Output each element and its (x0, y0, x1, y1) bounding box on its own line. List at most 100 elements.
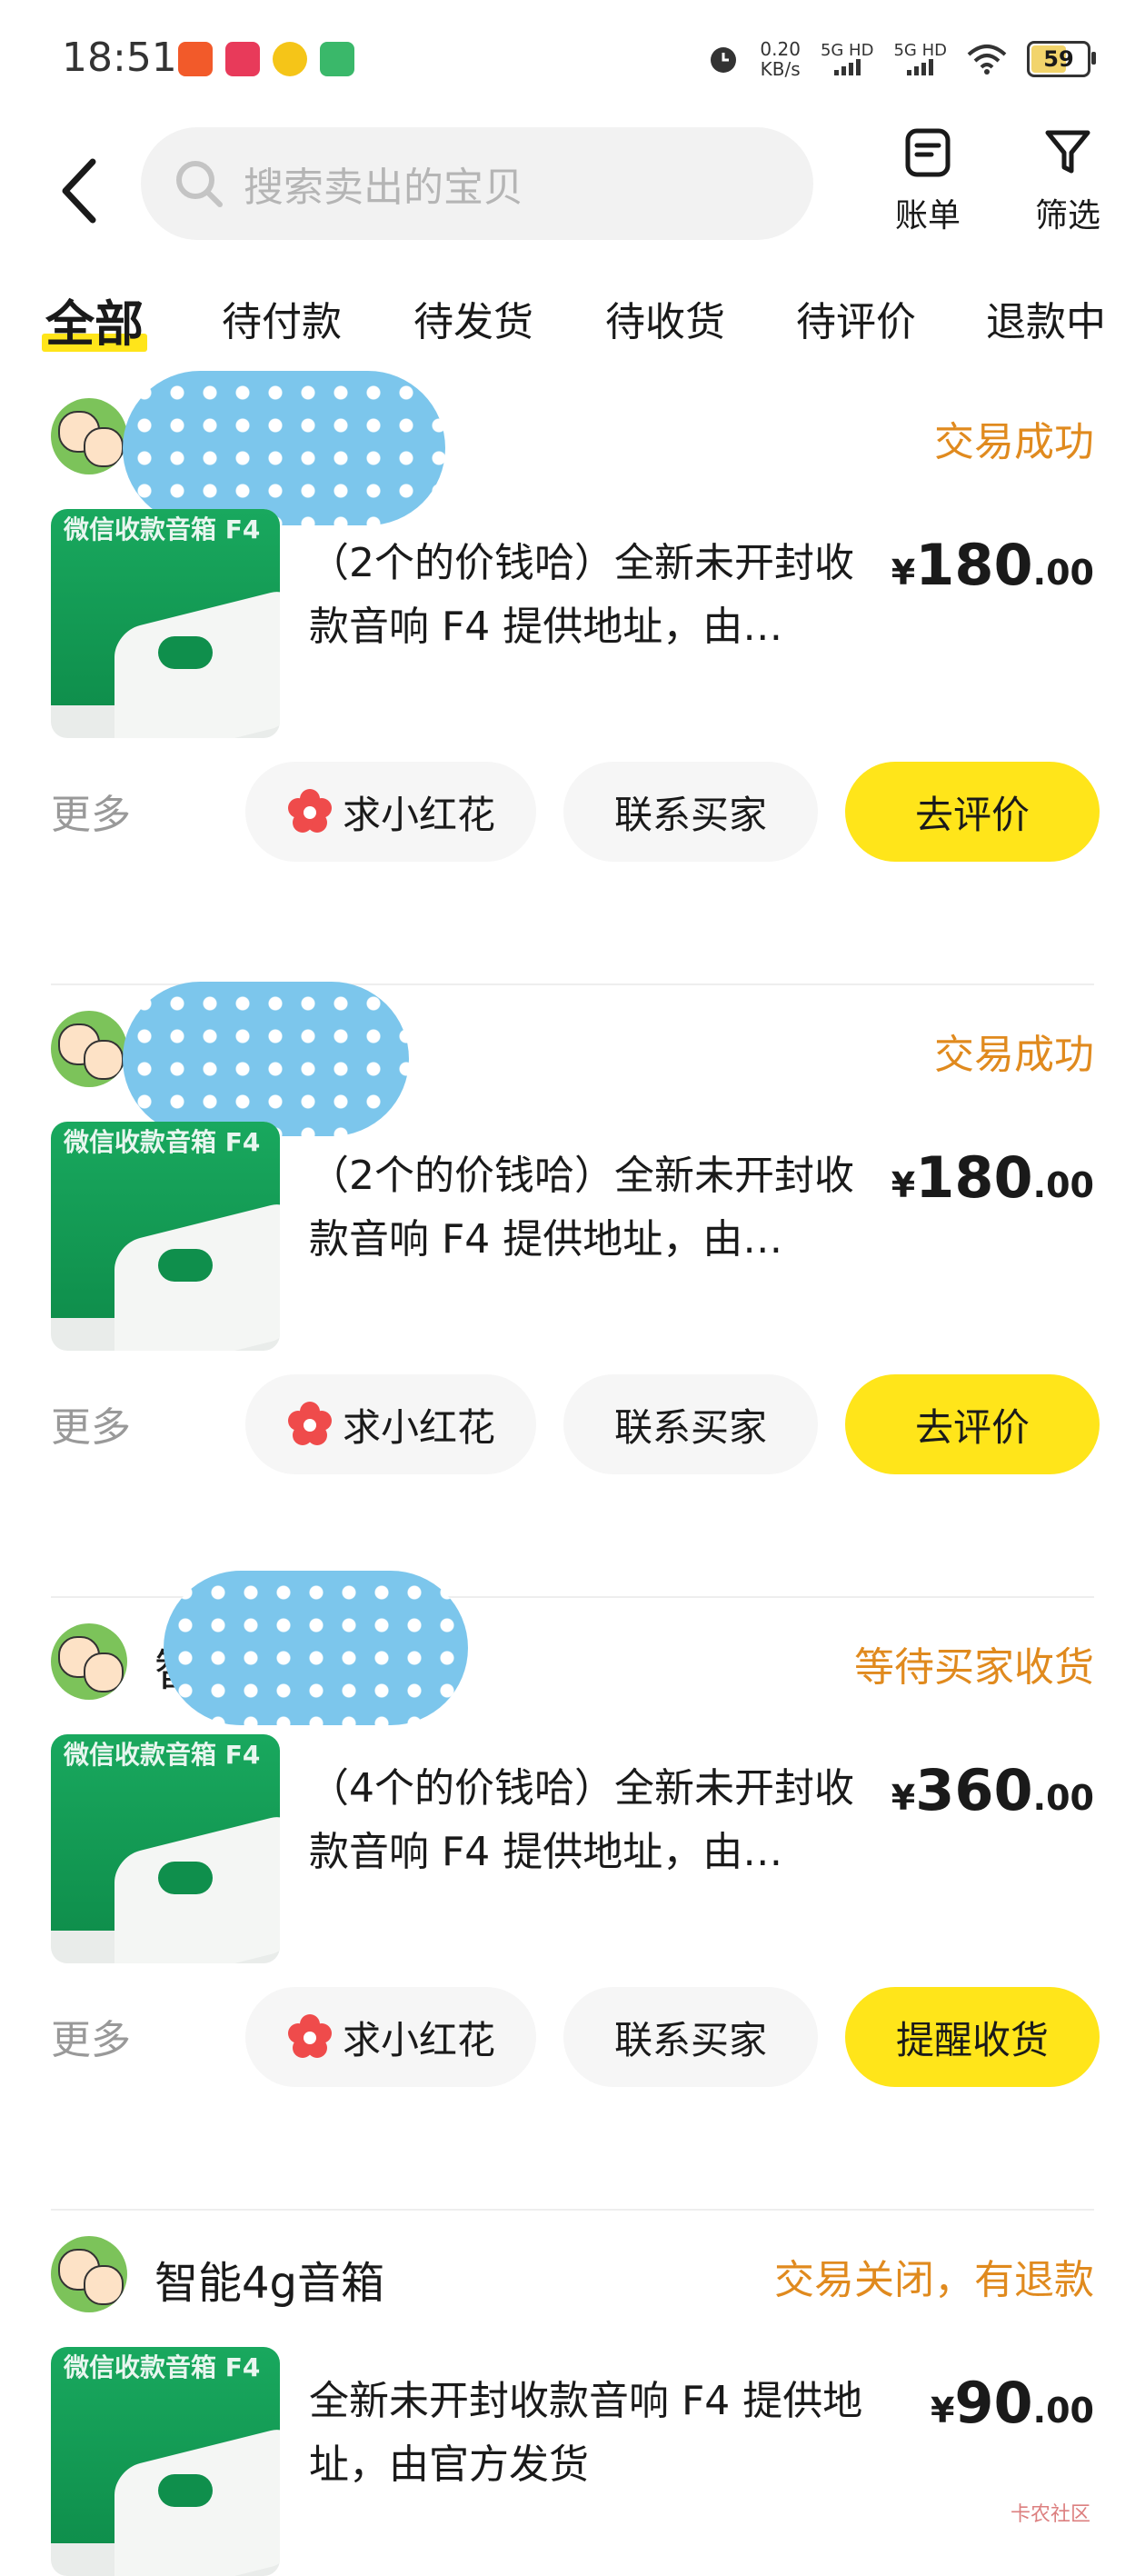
tab-all-label: 全部 (45, 295, 144, 353)
sim1-label: 5G HD (820, 41, 874, 60)
tab-label: 退款中 (986, 299, 1106, 345)
remind-receipt-label: 提醒收货 (895, 2017, 1049, 2062)
ask-flower-button[interactable]: 求小红花 (245, 1987, 536, 2087)
price-integer: 180 (915, 1144, 1033, 1211)
product-title[interactable]: 全新未开封收款音响 F4 提供地址，由官方发货 (309, 2370, 872, 2497)
sim2-label: 5G HD (893, 41, 947, 60)
tab-label: 待评价 (796, 299, 916, 345)
filter-button[interactable]: 筛选 (1018, 127, 1118, 236)
product-title[interactable]: （2个的价钱哈）全新未开封收款音响 F4 提供地址，由… (309, 532, 872, 659)
search-placeholder: 搜索卖出的宝贝 (244, 165, 523, 211)
app-icon-3 (273, 42, 307, 76)
contact-buyer-button[interactable]: 联系买家 (563, 762, 818, 862)
red-flower-icon (287, 1402, 332, 1445)
product-thumbnail[interactable]: 微信收款音箱 F4 (51, 509, 280, 738)
status-bar: 18:51 0.20 KB/s 5G HD 5G HD 59 (0, 0, 1145, 118)
ask-flower-button[interactable]: 求小红花 (245, 762, 536, 862)
buyer-avatar (51, 2236, 127, 2312)
filter-label: 筛选 (1034, 197, 1100, 235)
ask-flower-button[interactable]: 求小红花 (245, 1374, 536, 1474)
more-button[interactable]: 更多 (51, 782, 131, 840)
product-title[interactable]: （2个的价钱哈）全新未开封收款音响 F4 提供地址，由… (309, 1144, 872, 1272)
red-flower-icon (287, 2014, 332, 2058)
thumb-text: 微信收款音箱 F4 (64, 2352, 261, 2382)
tab-label: 待发货 (413, 299, 533, 345)
product-thumbnail[interactable]: 微信收款音箱 F4 (51, 2347, 280, 2576)
order-status: 交易关闭，有退款 (774, 2257, 1094, 2303)
price-currency: ¥ (891, 1165, 916, 1205)
review-label: 去评价 (914, 792, 1030, 837)
net-speed-unit: KB/s (760, 58, 801, 80)
redaction-sticker (123, 982, 409, 1136)
bill-button[interactable]: 账单 (878, 127, 978, 236)
ask-flower-label: 求小红花 (342, 1404, 495, 1450)
more-button[interactable]: 更多 (51, 2007, 131, 2065)
price-decimal: .00 (1032, 553, 1094, 593)
tab-pending-shipment[interactable]: 待发货 (413, 289, 533, 347)
price-currency: ¥ (891, 553, 916, 593)
tab-pending-receipt[interactable]: 待收货 (605, 289, 725, 347)
order-card[interactable]: 交易成功 微信收款音箱 F4 （2个的价钱哈）全新未开封收款音响 F4 提供地址… (0, 982, 1145, 1598)
remind-receipt-button[interactable]: 提醒收货 (845, 1987, 1100, 2087)
contact-buyer-button[interactable]: 联系买家 (563, 1987, 818, 2087)
product-thumbnail[interactable]: 微信收款音箱 F4 (51, 1122, 280, 1351)
contact-buyer-label: 联系买家 (613, 792, 767, 837)
ask-flower-label: 求小红花 (342, 2017, 495, 2062)
tab-refunding[interactable]: 退款中 (986, 289, 1106, 347)
bill-label: 账单 (894, 197, 961, 235)
thumb-text: 微信收款音箱 F4 (64, 1127, 261, 1157)
tab-label: 待付款 (222, 299, 342, 345)
price-decimal: .00 (1032, 2391, 1094, 2431)
bill-icon (905, 128, 951, 177)
price-decimal: .00 (1032, 1778, 1094, 1818)
price-integer: 180 (915, 532, 1033, 598)
price-currency: ¥ (930, 2391, 955, 2431)
ask-flower-label: 求小红花 (342, 792, 495, 837)
net-speed-value: 0.20 (760, 38, 801, 60)
battery-level: 59 (1043, 46, 1074, 72)
review-button[interactable]: 去评价 (845, 762, 1100, 862)
review-button[interactable]: 去评价 (845, 1374, 1100, 1474)
contact-buyer-label: 联系买家 (613, 1404, 767, 1450)
net-speed: 0.20 KB/s (760, 39, 801, 79)
signal-sim1: 5G HD (820, 41, 874, 75)
battery-icon: 59 (1027, 41, 1096, 77)
thumb-text: 微信收款音箱 F4 (64, 514, 261, 544)
tab-all[interactable]: 全部 (42, 284, 147, 355)
order-card[interactable]: 智 等待买家收货 微信收款音箱 F4 （4个的价钱哈）全新未开封收款音响 F4 … (0, 1571, 1145, 2211)
signal-sim2: 5G HD (893, 43, 947, 75)
order-card[interactable]: 智能4g音箱 交易关闭，有退款 微信收款音箱 F4 全新未开封收款音响 F4 提… (0, 2211, 1145, 2576)
watermark-logo: 卡农社区 (1010, 2503, 1090, 2526)
alarm-icon (711, 47, 737, 73)
more-button[interactable]: 更多 (51, 1394, 131, 1453)
order-status: 交易成功 (934, 1032, 1094, 1078)
header: 搜索卖出的宝贝 账单 筛选 (0, 118, 1145, 255)
back-arrow-icon[interactable] (53, 155, 107, 227)
review-label: 去评价 (914, 1404, 1030, 1450)
order-price: ¥90.00 (931, 2370, 1094, 2436)
product-title[interactable]: （4个的价钱哈）全新未开封收款音响 F4 提供地址，由… (309, 1757, 872, 1884)
order-price: ¥180.00 (891, 532, 1094, 598)
app-icon-1 (178, 42, 213, 76)
tab-label: 待收货 (605, 299, 725, 345)
tab-pending-review[interactable]: 待评价 (796, 289, 916, 347)
price-integer: 360 (915, 1757, 1033, 1823)
wifi-icon (967, 45, 1007, 75)
order-status: 等待买家收货 (854, 1644, 1094, 1691)
thumb-text: 微信收款音箱 F4 (64, 1740, 261, 1770)
order-tabs: 全部 待付款 待发货 待收货 待评价 退款中 (0, 273, 1145, 364)
order-status: 交易成功 (934, 419, 1094, 465)
redaction-sticker (123, 371, 445, 525)
app-icon-4 (320, 42, 354, 76)
app-icon-2 (225, 42, 260, 76)
contact-buyer-button[interactable]: 联系买家 (563, 1374, 818, 1474)
product-thumbnail[interactable]: 微信收款音箱 F4 (51, 1734, 280, 1963)
redaction-sticker (164, 1571, 468, 1725)
order-card[interactable]: 交易成功 微信收款音箱 F4 （2个的价钱哈）全新未开封收款音响 F4 提供地址… (0, 371, 1145, 985)
search-bar[interactable]: 搜索卖出的宝贝 (141, 127, 813, 240)
tab-pending-payment[interactable]: 待付款 (222, 289, 342, 347)
order-price: ¥360.00 (891, 1757, 1094, 1823)
status-right: 0.20 KB/s 5G HD 5G HD 59 (707, 36, 1096, 82)
search-icon (176, 161, 223, 207)
buyer-avatar (51, 1011, 127, 1087)
